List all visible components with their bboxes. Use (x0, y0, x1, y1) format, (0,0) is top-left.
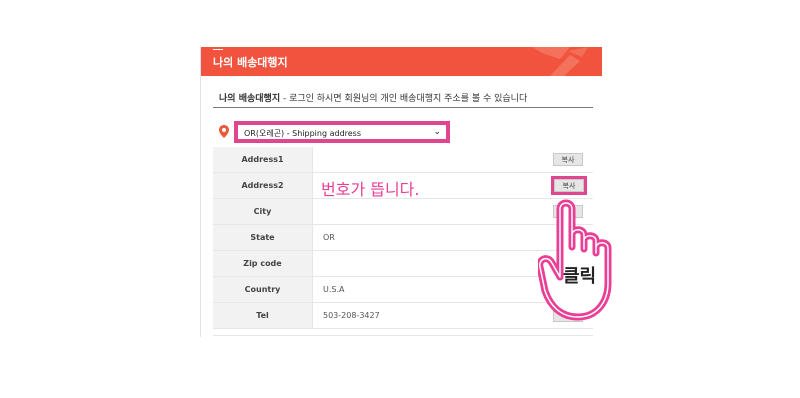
callout-text: 번호가 뜹니다. (321, 180, 420, 199)
pointing-hand-icon (538, 199, 612, 321)
row-value-text: U.S.A (323, 285, 345, 294)
header-dash (213, 49, 223, 50)
table-bottom-border (213, 335, 593, 336)
panel-header: 나의 배송대행지 (201, 47, 602, 76)
location-pin-icon (219, 125, 229, 138)
row-label: Address2 (213, 172, 313, 199)
notice-body: - 로그인 하시면 회원님의 개인 배송대행지 주소를 볼 수 있습니다 (280, 94, 528, 104)
row-label: Zip code (213, 250, 313, 277)
chevron-down-icon: ⌄ (433, 127, 441, 137)
row-label: Address1 (213, 147, 313, 173)
click-label: 클릭 (563, 266, 597, 287)
table-row: Address1 복사 (213, 147, 593, 173)
row-value-text: 503-208-3427 (323, 311, 380, 320)
address-select[interactable]: OR(오레곤) - Shipping address ⌄ (234, 121, 450, 143)
row-label: City (213, 198, 313, 225)
table-row: State OR (213, 224, 593, 251)
copy-button[interactable]: 복사 (553, 153, 583, 166)
row-value: 복사 (312, 147, 593, 173)
table-row: Zip code (213, 250, 593, 277)
table-row: Country U.S.A (213, 276, 593, 303)
row-label: State (213, 224, 313, 251)
address-select-value: OR(오레곤) - Shipping address (244, 129, 362, 138)
notice-text: 나의 배송대행지 - 로그인 하시면 회원님의 개인 배송대행지 주소를 볼 수… (219, 91, 527, 104)
table-row: Tel 503-208-3427 복사 (213, 302, 593, 329)
notice-strong: 나의 배송대행지 (219, 94, 281, 104)
bird-logo-icon (532, 47, 588, 76)
table-row: City 복사 (213, 198, 593, 225)
copy-button-highlighted[interactable]: 복사 (551, 176, 587, 195)
panel-title: 나의 배송대행지 (213, 56, 288, 69)
row-label: Country (213, 276, 313, 303)
address-table: Address1 복사 Address2 복사 City 복사 State OR (213, 147, 593, 329)
row-value-text: OR (323, 233, 335, 242)
divider (213, 107, 593, 108)
row-label: Tel (213, 302, 313, 329)
